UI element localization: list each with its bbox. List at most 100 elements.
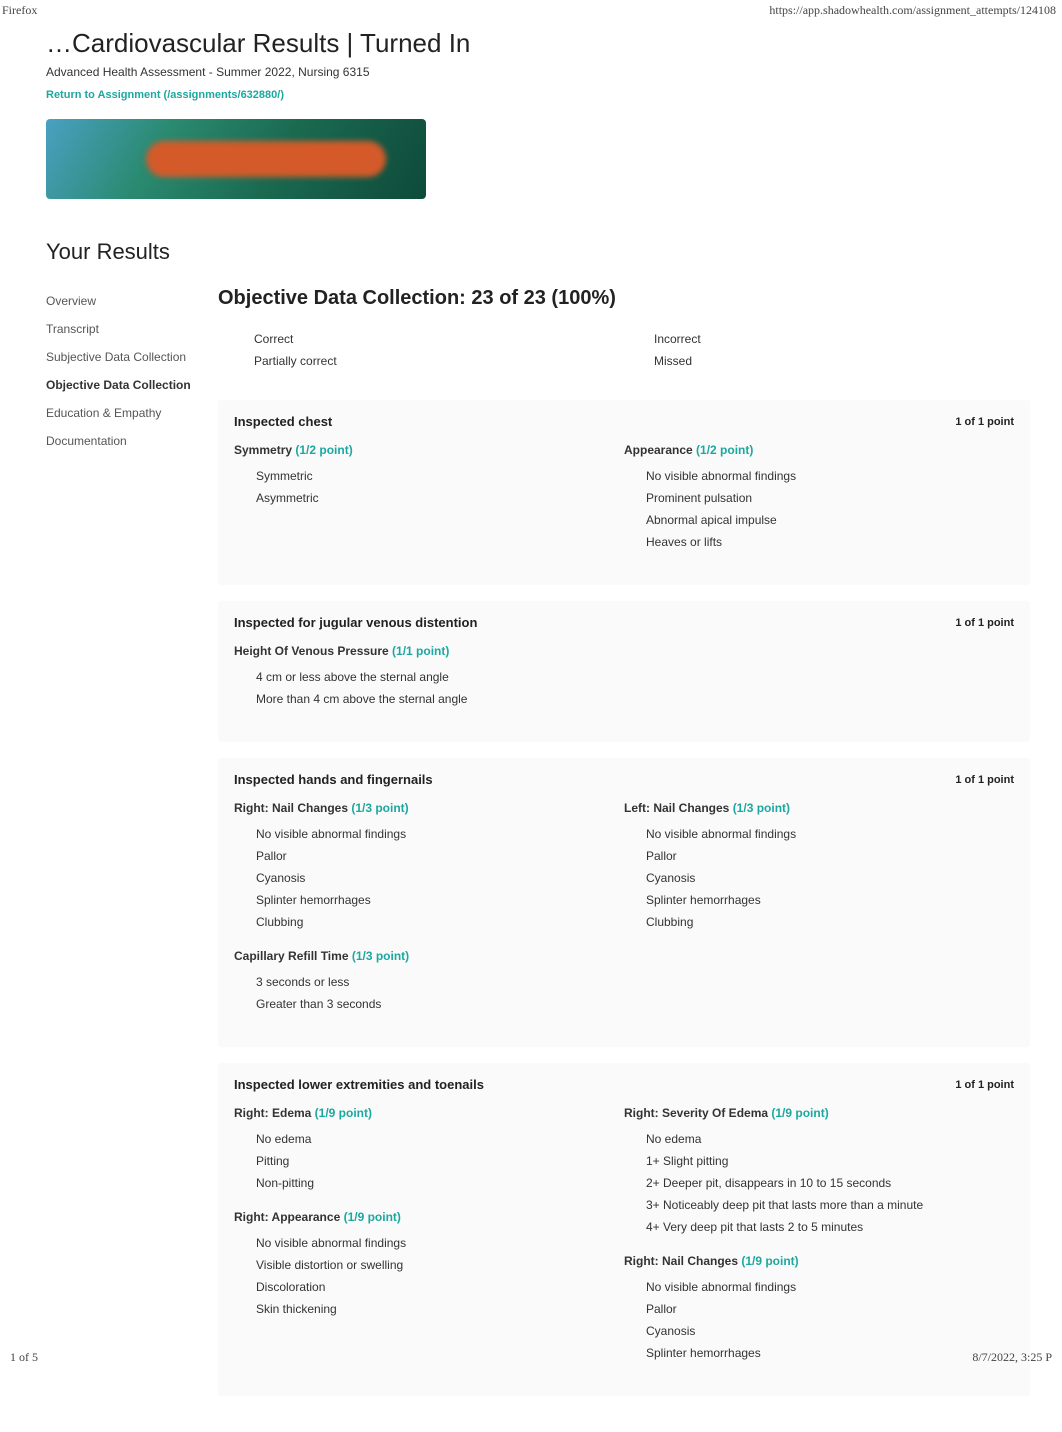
option-item: More than 4 cm above the sternal angle: [234, 688, 624, 710]
result-card: Inspected hands and fingernails 1 of 1 po…: [218, 758, 1030, 1047]
option-item: Discoloration: [234, 1276, 624, 1298]
card-col-right: Right: Severity Of Edema (1/9 point) No e…: [624, 1106, 1014, 1380]
category-title-text: Capillary Refill Time: [234, 949, 352, 963]
card-title: Inspected for jugular venous distention: [234, 615, 477, 630]
category-block: Right: Severity Of Edema (1/9 point) No e…: [624, 1106, 1014, 1238]
option-item: 2+ Deeper pit, disappears in 10 to 15 se…: [624, 1172, 1014, 1194]
option-item: Splinter hemorrhages: [624, 889, 1014, 911]
option-item: No visible abnormal findings: [234, 1232, 624, 1254]
legend-swatch: [630, 354, 644, 368]
legend-swatch: [230, 332, 244, 346]
option-item: No visible abnormal findings: [624, 465, 1014, 487]
option-item: 3+ Noticeably deep pit that lasts more t…: [624, 1194, 1014, 1216]
option-item: Asymmetric: [234, 487, 624, 509]
option-item: Heaves or lifts: [624, 531, 1014, 553]
section-title: Your Results: [46, 239, 1030, 265]
brand-banner: [46, 119, 426, 199]
category-title-text: Right: Edema: [234, 1106, 315, 1120]
card-score: 1 of 1 point: [955, 416, 1014, 428]
category-block: Symmetry (1/2 point) SymmetricAsymmetric: [234, 443, 624, 509]
category-points: (1/2 point): [696, 443, 753, 457]
category-points: (1/2 point): [295, 443, 352, 457]
category-points: (1/3 point): [352, 949, 409, 963]
option-item: No visible abnormal findings: [624, 823, 1014, 845]
page-url: https://app.shadowhealth.com/assignment_…: [769, 3, 1056, 18]
category-title: Right: Nail Changes (1/9 point): [624, 1254, 1014, 1268]
category-title: Height Of Venous Pressure (1/1 point): [234, 644, 624, 658]
card-header: Inspected for jugular venous distention1…: [234, 615, 1014, 630]
option-item: Prominent pulsation: [624, 487, 1014, 509]
option-item: Pallor: [234, 845, 624, 867]
card-col-left: Symmetry (1/2 point) SymmetricAsymmetric: [234, 443, 624, 569]
legend-label: Incorrect: [654, 332, 701, 346]
option-item: No edema: [624, 1128, 1014, 1150]
sidebar-item-subjective-data-collection[interactable]: Subjective Data Collection: [46, 343, 206, 371]
legend-label: Correct: [254, 332, 293, 346]
card-title: Inspected chest: [234, 414, 332, 429]
option-item: Symmetric: [234, 465, 624, 487]
legend: CorrectPartially correct IncorrectMissed: [218, 332, 1030, 376]
category-title-text: Right: Appearance: [234, 1210, 344, 1224]
sidebar-item-overview[interactable]: Overview: [46, 287, 206, 315]
category-title: Right: Nail Changes (1/3 point): [234, 801, 624, 815]
category-points: (1/9 point): [771, 1106, 828, 1120]
option-item: Non-pitting: [234, 1172, 624, 1194]
category-block: Right: Appearance (1/9 point) No visible …: [234, 1210, 624, 1320]
card-col-right: [624, 644, 1014, 726]
option-item: 4+ Very deep pit that lasts 2 to 5 minut…: [624, 1216, 1014, 1238]
card-header: Inspected chest 1 of 1 point: [234, 414, 1014, 429]
category-block: Right: Edema (1/9 point)No edemaPittingN…: [234, 1106, 624, 1194]
category-points: (1/9 point): [315, 1106, 372, 1120]
option-item: Clubbing: [234, 911, 624, 933]
category-title-text: Right: Nail Changes: [234, 801, 351, 815]
option-item: Visible distortion or swelling: [234, 1254, 624, 1276]
card-title: Inspected hands and fingernails: [234, 772, 433, 787]
option-item: Cyanosis: [624, 867, 1014, 889]
card-body: Height Of Venous Pressure (1/1 point) 4 c…: [234, 644, 1014, 726]
card-body: Symmetry (1/2 point)SymmetricAsymmetricA…: [234, 443, 1014, 569]
category-points: (1/9 point): [741, 1254, 798, 1268]
page-footer: 1 of 5 8/7/2022, 3:25 P: [0, 1342, 1062, 1373]
legend-label: Missed: [654, 354, 692, 368]
card-col-left: Height Of Venous Pressure (1/1 point) 4 c…: [234, 644, 624, 726]
option-item: 1+ Slight pitting: [624, 1150, 1014, 1172]
category-title: Symmetry (1/2 point): [234, 443, 624, 457]
card-body: Right: Nail Changes (1/3 point)No visibl…: [234, 801, 1014, 1031]
sidebar-item-documentation[interactable]: Documentation: [46, 427, 206, 455]
option-item: Skin thickening: [234, 1298, 624, 1320]
legend-swatch: [230, 354, 244, 368]
category-title: Right: Appearance (1/9 point): [234, 1210, 624, 1224]
sidebar-item-objective-data-collection[interactable]: Objective Data Collection: [46, 371, 206, 399]
main-heading: Objective Data Collection: 23 of 23 (100…: [218, 287, 1030, 310]
category-block: Capillary Refill Time (1/3 point)3 secon…: [234, 949, 624, 1015]
card-score: 1 of 1 point: [955, 1079, 1014, 1091]
page-content: …Cardiovascular Results | Turned In Adva…: [0, 0, 1062, 1432]
option-item: No edema: [234, 1128, 624, 1150]
result-card: Inspected chest 1 of 1 point Symmetry (1/2…: [218, 400, 1030, 585]
category-title-text: Symmetry: [234, 443, 295, 457]
option-item: Pallor: [624, 1298, 1014, 1320]
option-item: 4 cm or less above the sternal angle: [234, 666, 624, 688]
category-title-text: Right: Nail Changes: [624, 1254, 741, 1268]
option-item: Pallor: [624, 845, 1014, 867]
category-title: Appearance (1/2 point): [624, 443, 1014, 457]
category-block: Appearance (1/2 point) No visible abnorma…: [624, 443, 1014, 553]
page-title: …Cardiovascular Results | Turned In: [46, 28, 1030, 59]
card-score: 1 of 1 point: [955, 774, 1014, 786]
return-to-assignment-link[interactable]: Return to Assignment (/assignments/63288…: [46, 89, 284, 101]
category-block: Right: Nail Changes (1/3 point)No visibl…: [234, 801, 624, 933]
category-points: (1/1 point): [392, 644, 449, 658]
category-title: Right: Edema (1/9 point): [234, 1106, 624, 1120]
footer-page-indicator: 1 of 5: [10, 1350, 38, 1365]
legend-swatch: [630, 332, 644, 346]
category-title: Capillary Refill Time (1/3 point): [234, 949, 624, 963]
card-body: Right: Edema (1/9 point)No edemaPittingN…: [234, 1106, 1014, 1380]
category-points: (1/3 point): [351, 801, 408, 815]
legend-item: Incorrect: [630, 332, 1030, 346]
sidebar-item-education-empathy[interactable]: Education & Empathy: [46, 399, 206, 427]
sidebar-item-transcript[interactable]: Transcript: [46, 315, 206, 343]
option-item: Abnormal apical impulse: [624, 509, 1014, 531]
category-title: Right: Severity Of Edema (1/9 point): [624, 1106, 1014, 1120]
option-item: Cyanosis: [234, 867, 624, 889]
legend-item: Correct: [230, 332, 630, 346]
